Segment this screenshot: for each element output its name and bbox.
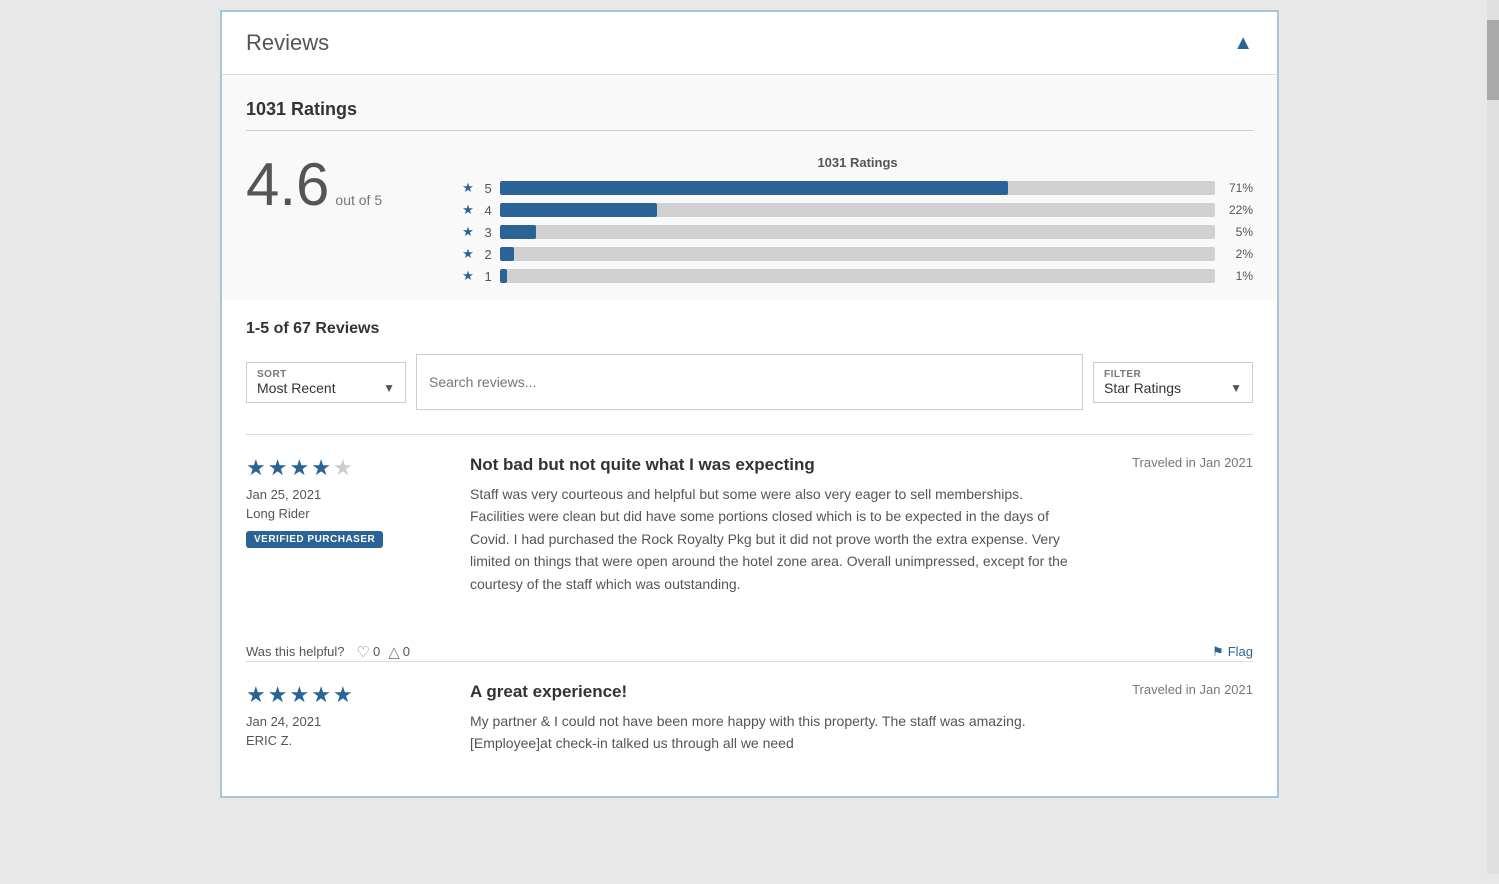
bar-pct-4: 22% [1223,203,1253,217]
star-1: ★ [246,455,266,481]
reviews-panel: Reviews ▲ 1031 Ratings 4.6 out of 5 1031… [220,10,1279,798]
review-date-2: Jan 24, 2021 [246,714,446,729]
reviewer-name-2: ERIC Z. [246,733,446,748]
star-icon-4: ★ [462,202,474,218]
review-body-1: Staff was very courteous and helpful but… [470,483,1069,595]
ratings-count-title: 1031 Ratings [246,99,1253,131]
star-4: ★ [311,455,331,481]
reviews-title: Reviews [246,30,329,56]
bar-track-2 [500,247,1215,261]
star-5-empty: ★ [333,455,353,481]
helpful-label-1: Was this helpful? [246,644,345,659]
star-2-4: ★ [311,682,331,708]
collapse-button[interactable]: ▲ [1233,32,1253,55]
filter-label: FILTER [1104,369,1242,380]
sort-value: Most Recent ▼ [257,380,395,396]
bar-row-2: ★ 2 2% [462,246,1253,262]
star-2-3: ★ [289,682,309,708]
review-main-1: Not bad but not quite what I was expecti… [470,455,1069,595]
like-count-1: 0 [373,644,380,659]
bar-chart: 1031 Ratings ★ 5 71% ★ 4 22% ★ [462,155,1253,290]
score-number: 4.6 [246,155,329,215]
bar-row-1: ★ 1 1% [462,268,1253,284]
ratings-section: 1031 Ratings 4.6 out of 5 1031 Ratings ★… [222,75,1277,300]
star-2: ★ [268,455,288,481]
bar-row-4: ★ 4 22% [462,202,1253,218]
big-score: 4.6 out of 5 [246,155,382,215]
star-icon-5: ★ [462,180,474,196]
scrollbar-thumb[interactable] [1487,20,1499,100]
review-item-1: ★ ★ ★ ★ ★ Jan 25, 2021 Long Rider VERIFI… [246,434,1253,615]
bar-pct-5: 71% [1223,181,1253,195]
bar-track-4 [500,203,1215,217]
dislike-button-1[interactable]: △ 0 [388,643,410,661]
star-icon-3: ★ [462,224,474,240]
reviews-header: Reviews ▲ [222,12,1277,75]
bar-track-5 [500,181,1215,195]
review-body-2: My partner & I could not have been more … [470,710,1069,755]
ratings-content: 4.6 out of 5 1031 Ratings ★ 5 71% ★ 4 [246,139,1253,290]
chart-title: 1031 Ratings [462,155,1253,170]
star-2-5: ★ [333,682,353,708]
dislike-icon-1: △ [388,643,400,661]
review-main-2: A great experience! My partner & I could… [470,682,1069,756]
sort-dropdown[interactable]: SORT Most Recent ▼ [246,362,406,403]
like-icon-1: ♡ [357,643,370,661]
bar-track-1 [500,269,1215,283]
filter-dropdown-arrow: ▼ [1230,381,1242,395]
bar-pct-3: 5% [1223,225,1253,239]
filter-dropdown[interactable]: FILTER Star Ratings ▼ [1093,362,1253,403]
filter-value: Star Ratings ▼ [1104,380,1242,396]
star-2-2: ★ [268,682,288,708]
reviews-list-header: 1-5 of 67 Reviews [246,320,1253,338]
controls-row: SORT Most Recent ▼ FILTER Star Ratings ▼ [246,354,1253,410]
flag-button-1[interactable]: ⚑ Flag [1212,644,1253,660]
reviewer-name-1: Long Rider [246,506,446,521]
out-of-label: out of 5 [335,192,382,208]
star-row-2: ★ ★ ★ ★ ★ [246,682,446,708]
reviews-list-section: 1-5 of 67 Reviews SORT Most Recent ▼ FIL… [222,300,1277,796]
bar-fill-1 [500,269,507,283]
review-left-2: ★ ★ ★ ★ ★ Jan 24, 2021 ERIC Z. [246,682,446,756]
scrollbar-track [1487,0,1499,874]
bar-fill-4 [500,203,657,217]
helpful-row-1: Was this helpful? ♡ 0 △ 0 [246,643,410,661]
search-input[interactable] [416,354,1083,410]
review-date-1: Jan 25, 2021 [246,487,446,502]
star-row-1: ★ ★ ★ ★ ★ [246,455,446,481]
star-3: ★ [289,455,309,481]
sort-dropdown-arrow: ▼ [383,381,395,395]
bar-row-3: ★ 3 5% [462,224,1253,240]
bar-row-5: ★ 5 71% [462,180,1253,196]
bar-fill-3 [500,225,536,239]
star-icon-1: ★ [462,268,474,284]
like-button-1[interactable]: ♡ 0 [357,643,381,661]
bar-fill-2 [500,247,514,261]
review-title-1: Not bad but not quite what I was expecti… [470,455,1069,475]
bar-pct-2: 2% [1223,247,1253,261]
dislike-count-1: 0 [403,644,410,659]
flag-icon-1: ⚑ [1212,644,1224,660]
flag-label-1: Flag [1228,644,1253,659]
review-right-1: Traveled in Jan 2021 [1093,455,1253,595]
review-item-2: ★ ★ ★ ★ ★ Jan 24, 2021 ERIC Z. A great e… [246,661,1253,776]
bar-track-3 [500,225,1215,239]
review-footer-1: Was this helpful? ♡ 0 △ 0 ⚑ Flag [246,631,1253,661]
sort-label: SORT [257,369,395,380]
review-right-2: Traveled in Jan 2021 [1093,682,1253,756]
verified-badge-1: VERIFIED PURCHASER [246,531,383,548]
review-title-2: A great experience! [470,682,1069,702]
bar-fill-5 [500,181,1008,195]
star-icon-2: ★ [462,246,474,262]
star-2-1: ★ [246,682,266,708]
bar-pct-1: 1% [1223,269,1253,283]
review-left-1: ★ ★ ★ ★ ★ Jan 25, 2021 Long Rider VERIFI… [246,455,446,595]
